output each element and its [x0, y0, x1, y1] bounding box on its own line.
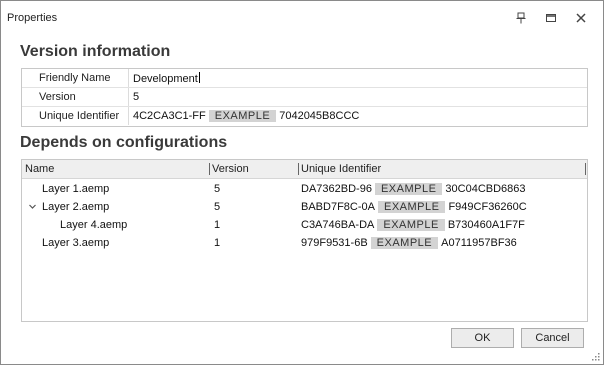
property-label: Unique Identifier: [39, 110, 120, 122]
depends-section-heading: Depends on configurations: [20, 134, 228, 151]
dependencies-grid: Name Version Unique Identifier Layer 1.a…: [21, 159, 588, 322]
row-version: 1: [214, 237, 221, 249]
table-row[interactable]: Layer 3.aemp 1 979F9531-6B EXAMPLE A071195…: [22, 234, 587, 252]
redaction-mask: EXAMPLE: [208, 110, 277, 122]
identifier-prefix: 4C2CA3C1-FF: [133, 110, 206, 122]
identifier-prefix: DA7362BD-96: [301, 183, 372, 195]
property-row-friendly-name[interactable]: Friendly Name Development: [22, 69, 587, 88]
column-divider: [128, 88, 129, 106]
identifier-prefix: BABD7F8C-0A: [301, 201, 375, 213]
pin-icon[interactable]: [513, 10, 529, 26]
column-divider[interactable]: [298, 163, 299, 175]
row-version: 5: [214, 183, 221, 195]
identifier-suffix: 30C04CBD6863: [445, 183, 526, 195]
property-label: Friendly Name: [39, 72, 111, 84]
identifier-prefix: 979F9531-6B: [301, 237, 368, 249]
column-divider[interactable]: [585, 163, 586, 175]
row-name: Layer 1.aemp: [42, 183, 110, 195]
column-header-version[interactable]: Version: [212, 163, 249, 175]
maximize-icon[interactable]: [543, 10, 559, 26]
chevron-down-icon[interactable]: [26, 200, 38, 212]
identifier-prefix: C3A746BA-DA: [301, 219, 375, 231]
redaction-mask: EXAMPLE: [374, 183, 443, 195]
text-caret: [198, 72, 200, 83]
row-name: Layer 4.aemp: [60, 219, 128, 231]
property-row-version[interactable]: Version 5: [22, 88, 587, 107]
row-version: 1: [214, 219, 221, 231]
row-identifier: C3A746BA-DA EXAMPLE B730460A1F7F: [301, 219, 525, 231]
cancel-button[interactable]: Cancel: [521, 328, 584, 348]
properties-dialog: Properties Version information Friendly …: [0, 0, 604, 365]
friendly-name-value: Development: [133, 73, 198, 85]
window-title: Properties: [7, 12, 58, 24]
table-row[interactable]: Layer 1.aemp 5 DA7362BD-96 EXAMPLE 30C04CB…: [22, 180, 587, 198]
row-identifier: BABD7F8C-0A EXAMPLE F949CF36260C: [301, 201, 527, 213]
version-property-grid: Friendly Name Development Version 5 Uniq…: [21, 68, 588, 127]
row-identifier: 979F9531-6B EXAMPLE A0711957BF36: [301, 237, 517, 249]
title-bar[interactable]: Properties: [1, 1, 603, 35]
unique-identifier-value: 4C2CA3C1-FF EXAMPLE 7042045B8CCC: [133, 110, 359, 122]
identifier-suffix: 7042045B8CCC: [279, 110, 360, 122]
grid-header: Name Version Unique Identifier: [22, 160, 587, 179]
property-label: Version: [39, 91, 76, 103]
column-header-unique-identifier[interactable]: Unique Identifier: [301, 163, 381, 175]
column-divider[interactable]: [209, 163, 210, 175]
redaction-mask: EXAMPLE: [370, 237, 439, 249]
ok-button[interactable]: OK: [451, 328, 514, 348]
column-divider: [128, 107, 129, 125]
row-version: 5: [214, 201, 221, 213]
column-header-name[interactable]: Name: [25, 163, 54, 175]
property-row-unique-identifier[interactable]: Unique Identifier 4C2CA3C1-FF EXAMPLE 7042…: [22, 107, 587, 125]
identifier-suffix: F949CF36260C: [448, 201, 527, 213]
version-value: 5: [133, 91, 140, 103]
row-name: Layer 2.aemp: [42, 201, 110, 213]
row-name: Layer 3.aemp: [42, 237, 110, 249]
column-divider: [128, 69, 129, 87]
identifier-suffix: A0711957BF36: [441, 237, 517, 249]
redaction-mask: EXAMPLE: [377, 219, 445, 231]
redaction-mask: EXAMPLE: [377, 201, 446, 213]
identifier-suffix: B730460A1F7F: [447, 219, 525, 231]
row-identifier: DA7362BD-96 EXAMPLE 30C04CBD6863: [301, 183, 526, 195]
table-row[interactable]: Layer 4.aemp 1 C3A746BA-DA EXAMPLE B730460…: [22, 216, 587, 234]
table-row[interactable]: Layer 2.aemp 5 BABD7F8C-0A EXAMPLE F949CF3…: [22, 198, 587, 216]
resize-grip-icon[interactable]: [591, 352, 600, 361]
close-icon[interactable]: [573, 10, 589, 26]
friendly-name-input[interactable]: Development: [133, 72, 200, 85]
version-section-heading: Version information: [20, 43, 171, 60]
